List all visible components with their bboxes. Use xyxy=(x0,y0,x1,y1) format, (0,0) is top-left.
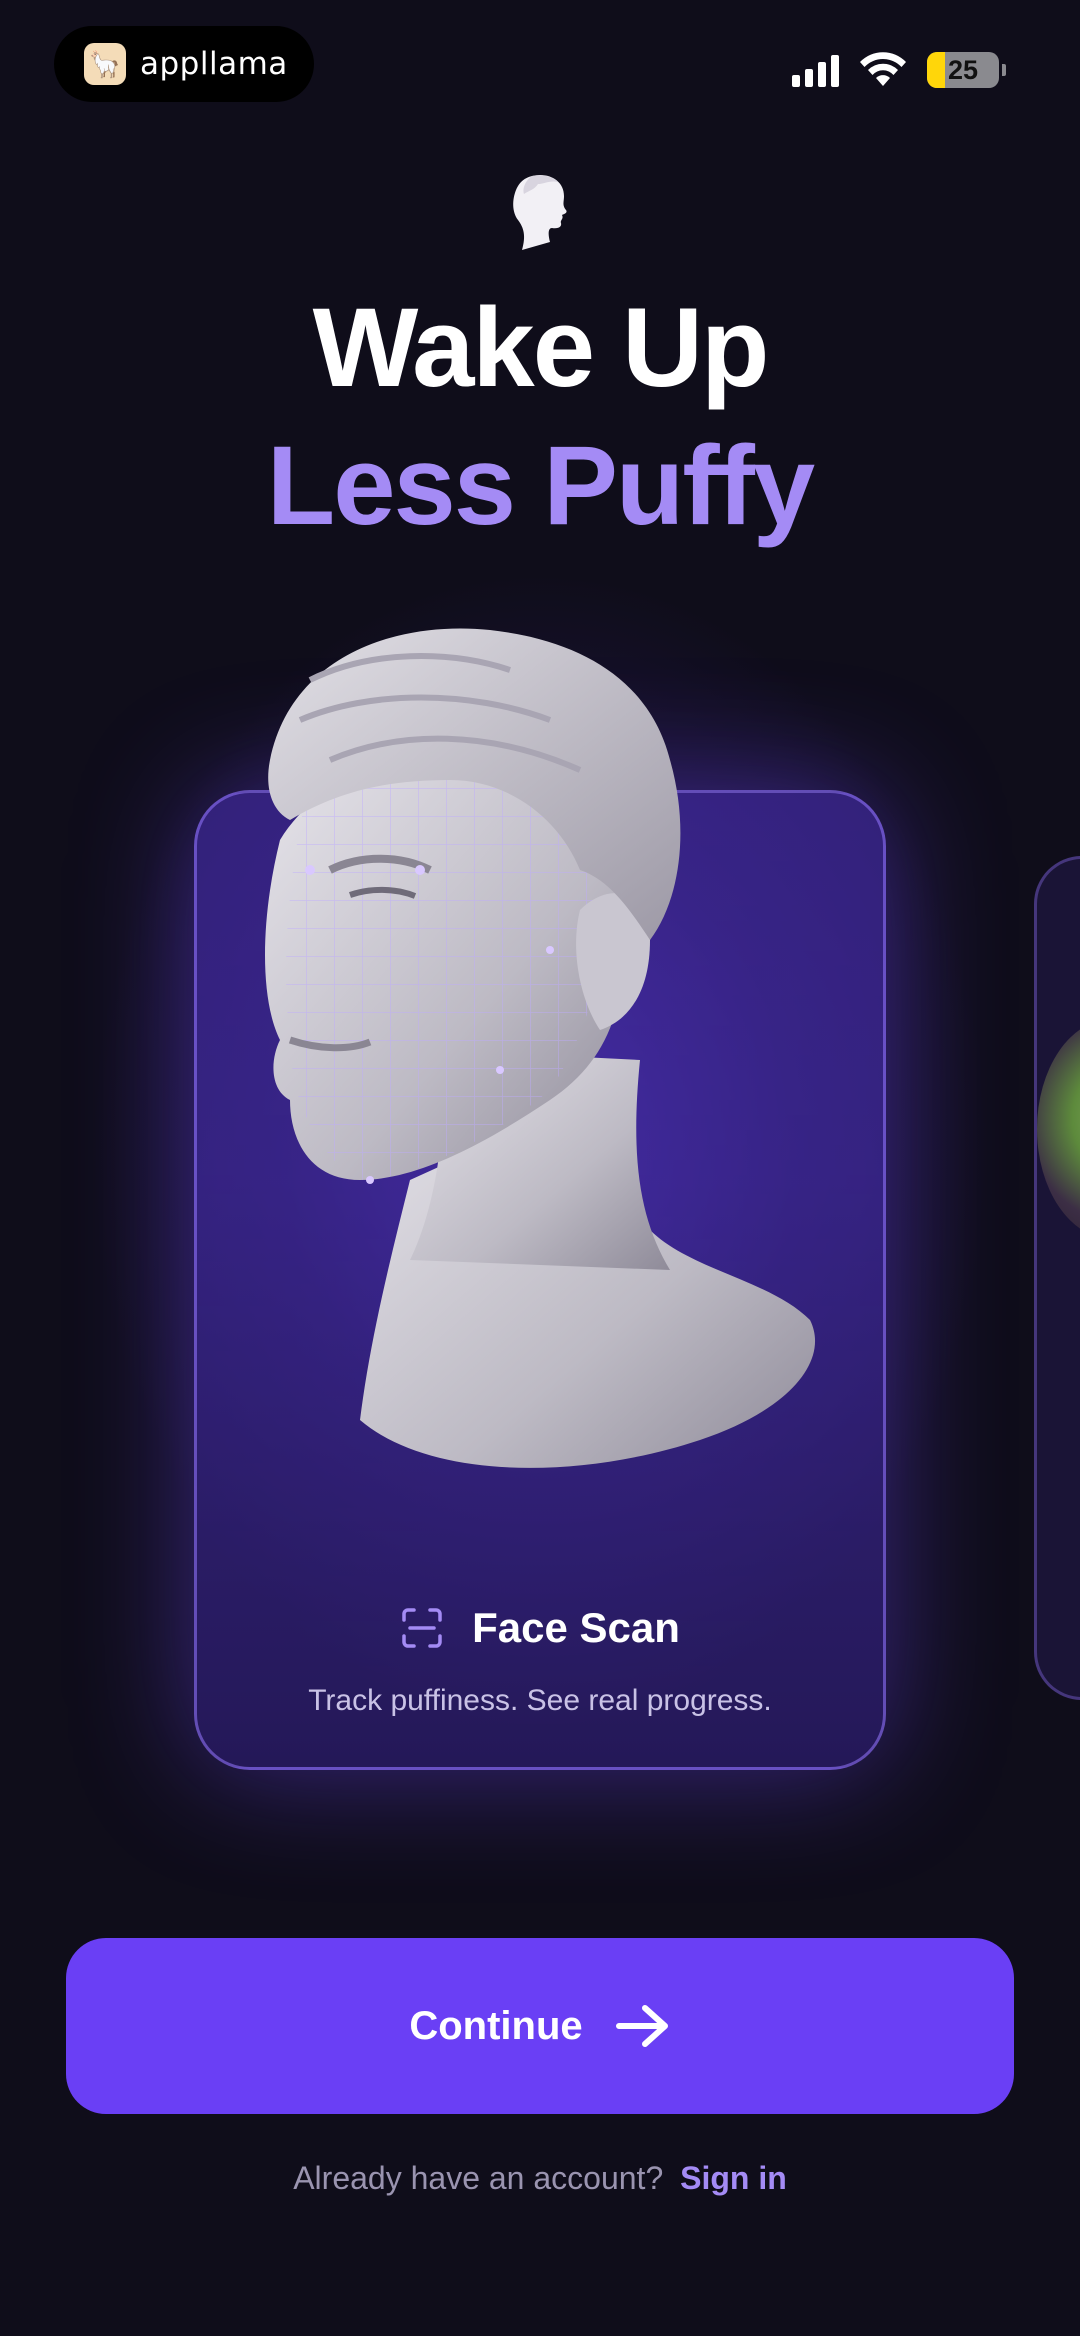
wifi-icon xyxy=(860,52,906,86)
arrow-right-icon xyxy=(615,2005,668,2047)
salad-bowl-image xyxy=(1037,1019,1080,1239)
battery-percent: 25 xyxy=(947,54,979,85)
card-title: Face Scan xyxy=(472,1604,680,1651)
signal-icon xyxy=(792,53,839,87)
card-title-row: Face Scan xyxy=(0,1604,1080,1652)
feature-card-next[interactable] xyxy=(1034,856,1080,1700)
continue-label: Continue xyxy=(409,2003,583,2048)
signin-row: Already have an account? Sign in xyxy=(0,2160,1080,2197)
onboarding-screen: 🦙 appllama 25 Wake Up Less Puffy Face Sc… xyxy=(0,0,1080,2336)
face-scan-icon xyxy=(402,1608,442,1648)
battery-indicator: 25 xyxy=(927,52,1006,88)
face-scan-bust-image xyxy=(265,628,816,1468)
brand-name: appllama xyxy=(140,46,288,82)
card-subtitle: Track puffiness. See real progress. xyxy=(308,1684,772,1717)
continue-button[interactable]: Continue xyxy=(66,1938,1014,2114)
battery-icon: 25 xyxy=(927,52,999,88)
headline-line-2: Less Puffy xyxy=(266,423,815,548)
status-icons: 25 xyxy=(792,48,1006,92)
brand-pill: 🦙 appllama xyxy=(54,26,314,102)
llama-logo-icon: 🦙 xyxy=(84,43,126,85)
signin-prompt: Already have an account? xyxy=(293,2160,664,2196)
head-profile-icon xyxy=(513,174,567,250)
headline-line-1: Wake Up xyxy=(312,285,770,410)
signin-link[interactable]: Sign in xyxy=(680,2160,787,2196)
